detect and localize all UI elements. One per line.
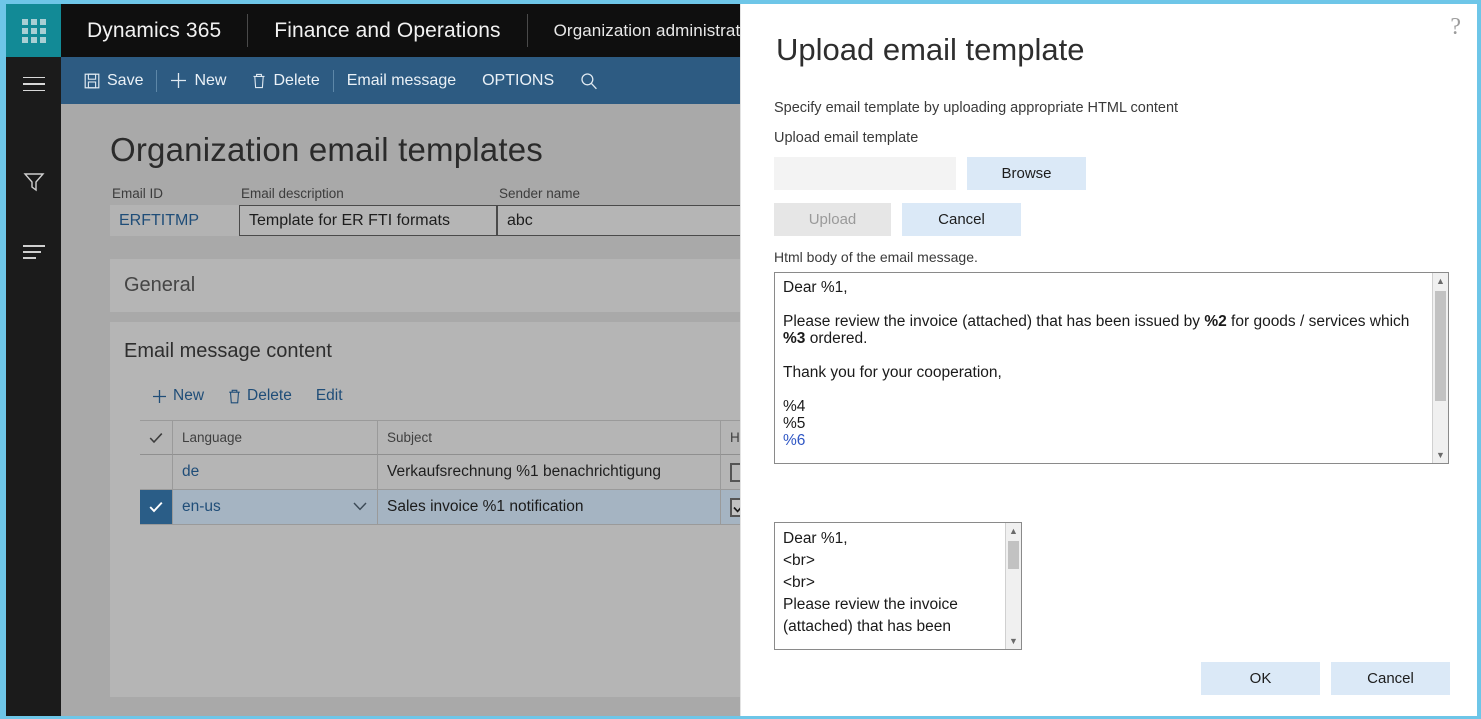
- dialog-subtitle: Specify email template by uploading appr…: [774, 100, 1178, 116]
- field-sender-name-value[interactable]: abc: [497, 205, 757, 236]
- field-email-id-value[interactable]: ERFTITMP: [110, 205, 239, 236]
- grid-column-language[interactable]: Language: [173, 421, 378, 455]
- scroll-up-arrow-icon[interactable]: ▲: [1433, 273, 1448, 289]
- row-subject-cell[interactable]: Verkaufsrechnung %1 benachrichtigung: [378, 455, 721, 490]
- funnel-glyph: [23, 172, 45, 192]
- scroll-down-arrow-icon[interactable]: ▼: [1433, 447, 1448, 463]
- email-message-content-title: Email message content: [124, 340, 332, 363]
- html-body-rich-editor[interactable]: Dear %1, Please review the invoice (atta…: [774, 272, 1449, 464]
- grid-edit-button[interactable]: Edit: [304, 382, 355, 410]
- row-select-checkbox[interactable]: [140, 490, 173, 525]
- field-sender-name: Sender name abc: [497, 186, 757, 236]
- field-email-id-label: Email ID: [110, 186, 239, 201]
- grid-toolbar: New Delete Edit: [140, 382, 355, 410]
- field-email-id: Email ID ERFTITMP: [110, 186, 239, 236]
- html-body-label: Html body of the email message.: [774, 249, 978, 265]
- email-message-tab[interactable]: Email message: [334, 57, 469, 104]
- upload-file-input[interactable]: [774, 157, 956, 190]
- scroll-down-arrow-icon[interactable]: ▼: [1006, 633, 1021, 649]
- token-3: %3: [783, 330, 805, 347]
- scrollbar-thumb[interactable]: [1435, 291, 1446, 401]
- delete-label: Delete: [273, 72, 319, 90]
- cancel-button[interactable]: Cancel: [1331, 662, 1450, 695]
- row-select-checkbox[interactable]: [140, 455, 173, 490]
- html-source-preview[interactable]: Dear %1, <br> <br> Please review the inv…: [774, 522, 1022, 650]
- funnel-filter-icon[interactable]: [6, 159, 61, 205]
- body-line-5: %5: [783, 415, 1424, 432]
- field-email-description-value[interactable]: Template for ER FTI formats: [239, 205, 497, 236]
- new-button[interactable]: New: [157, 57, 239, 104]
- list-glyph: [23, 245, 45, 260]
- list-lines-icon[interactable]: [6, 229, 61, 275]
- hamburger-menu-icon[interactable]: [6, 61, 61, 107]
- save-button[interactable]: Save: [71, 57, 156, 104]
- dialog-title: Upload email template: [776, 32, 1084, 68]
- application-window: Dynamics 365 Finance and Operations Orga…: [0, 0, 1481, 719]
- src-line-2: <br>: [783, 550, 997, 572]
- delete-button[interactable]: Delete: [239, 57, 332, 104]
- src-line-1: Dear %1,: [783, 528, 997, 550]
- chevron-down-icon[interactable]: [353, 498, 367, 516]
- app-launcher-icon[interactable]: [6, 4, 61, 57]
- window-inner: Dynamics 365 Finance and Operations Orga…: [6, 4, 1477, 716]
- plus-icon: [170, 72, 187, 89]
- save-floppy-icon: [84, 73, 100, 89]
- body-line-6: %6: [783, 432, 1424, 449]
- html-body-scrollbar[interactable]: ▲ ▼: [1432, 273, 1448, 463]
- upload-cancel-button[interactable]: Cancel: [902, 203, 1021, 236]
- grid-column-subject[interactable]: Subject: [378, 421, 721, 455]
- body-line-2-a: Please review the invoice (attached) tha…: [783, 313, 1204, 330]
- grid-new-button[interactable]: New: [140, 382, 216, 410]
- grid-select-all-checkmark-icon[interactable]: [140, 421, 173, 455]
- scrollbar-thumb[interactable]: [1008, 541, 1019, 569]
- grid-delete-button[interactable]: Delete: [216, 382, 304, 410]
- scroll-up-arrow-icon[interactable]: ▲: [1006, 523, 1021, 539]
- new-label: New: [194, 72, 226, 90]
- grid-new-label: New: [173, 387, 204, 405]
- options-tab[interactable]: OPTIONS: [469, 57, 567, 104]
- help-question-icon[interactable]: ?: [1450, 14, 1461, 41]
- hamburger-glyph: [23, 77, 45, 92]
- waffle-grid: [22, 19, 46, 43]
- row-subject-cell[interactable]: Sales invoice %1 notification: [378, 490, 721, 525]
- plus-icon: [152, 389, 167, 404]
- src-line-5: (attached) that has been: [783, 616, 997, 638]
- body-line-3: Thank you for your cooperation,: [783, 364, 1424, 381]
- upload-email-template-dialog: Upload email template Specify email temp…: [740, 4, 1477, 716]
- browse-button[interactable]: Browse: [967, 157, 1086, 190]
- field-email-description: Email description Template for ER FTI fo…: [239, 186, 497, 236]
- html-body-content: Dear %1, Please review the invoice (atta…: [775, 273, 1432, 463]
- field-sender-name-label: Sender name: [497, 186, 757, 201]
- field-email-description-label: Email description: [239, 186, 497, 201]
- product-label[interactable]: Finance and Operations: [248, 4, 526, 57]
- header-fields-row: Email ID ERFTITMP Email description Temp…: [110, 186, 757, 236]
- row-language-cell[interactable]: en-us: [173, 490, 378, 525]
- body-line-4: %4: [783, 398, 1424, 415]
- body-line-1: Dear %1,: [783, 279, 1424, 296]
- html-source-scrollbar[interactable]: ▲ ▼: [1005, 523, 1021, 649]
- token-2: %2: [1204, 313, 1226, 330]
- page-title: Organization email templates: [110, 131, 543, 169]
- general-section-title: General: [124, 274, 195, 297]
- row-language-value: en-us: [182, 498, 221, 516]
- src-line-4: Please review the invoice: [783, 594, 997, 616]
- body-line-2-c: for goods / services which: [1227, 313, 1410, 330]
- upload-button: Upload: [774, 203, 891, 236]
- ok-button[interactable]: OK: [1201, 662, 1320, 695]
- row-language-value: de: [182, 463, 199, 481]
- row-language-cell[interactable]: de: [173, 455, 378, 490]
- trash-icon: [228, 389, 241, 404]
- grid-delete-label: Delete: [247, 387, 292, 405]
- trash-icon: [252, 73, 266, 89]
- html-source-content: Dear %1, <br> <br> Please review the inv…: [775, 523, 1005, 649]
- left-navigation-rail: [6, 57, 61, 716]
- src-line-3: <br>: [783, 572, 997, 594]
- body-line-2: Please review the invoice (attached) tha…: [783, 313, 1424, 347]
- save-label: Save: [107, 72, 143, 90]
- search-magnifier-icon[interactable]: [567, 57, 611, 104]
- brand-label[interactable]: Dynamics 365: [61, 4, 247, 57]
- upload-field-label: Upload email template: [774, 130, 918, 146]
- body-line-2-e: ordered.: [805, 330, 867, 347]
